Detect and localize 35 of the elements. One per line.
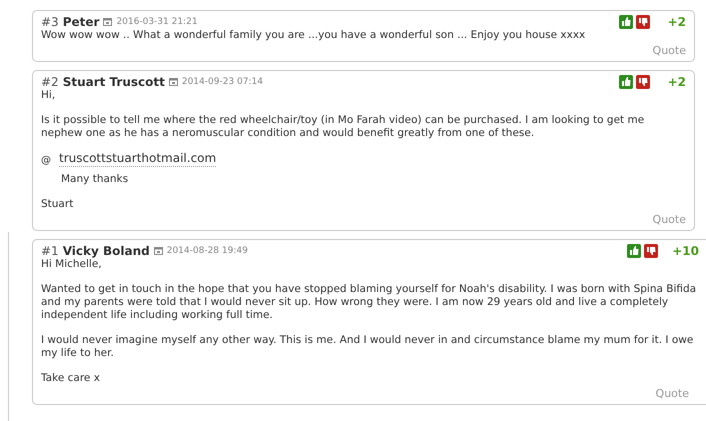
quote-link[interactable]: Quote [652, 213, 686, 226]
comment-number: #1 [41, 244, 59, 258]
comment-text: Is it possible to tell me where the red wheelchair/toy (in Mo Farah video) can be purchased. I am looking to get me nephew one as he has a neromuscular condition and would benefit greatly from one of these. [41, 114, 646, 140]
comment-text: Stuart [41, 198, 74, 211]
comment-text: Many thanks [61, 173, 128, 185]
thumbs-down-icon[interactable] [644, 244, 658, 258]
comment-text: Hi, [41, 89, 56, 102]
calendar-icon [168, 77, 178, 86]
comment-number: #2 [41, 74, 59, 88]
comment-text: I would never imagine myself any other way. This is me. And I would never in and circumstance blame my mum for it. I owe my life to her. [41, 334, 694, 360]
quote-link[interactable]: Quote [652, 44, 686, 57]
comment-date: 2014-08-28 19:49 [166, 246, 248, 256]
author-name: Vicky Boland [62, 244, 150, 258]
comment-number: #3 [41, 14, 59, 28]
comment-text: Wow wow wow .. What a wonderful family you are ...you have a wonderful son ... Enjoy you house xxxx [41, 29, 586, 42]
calendar-icon [154, 246, 163, 255]
comment-text: Wanted to get in touch in the hope that you have stopped blaming yourself for Noah's disability. I was born with Spina Bifida and my parents were told that I would never sit up. How wrong they were. I am now 29 years old and live a completely independent life including working full time. [41, 283, 698, 322]
vote-score: +10 [672, 244, 699, 258]
vote-score: +2 [666, 74, 686, 88]
author-name: Stuart Truscott [62, 74, 165, 88]
thumbs-up-icon[interactable] [619, 74, 633, 88]
thumbs-down-icon[interactable] [636, 74, 650, 88]
author-name: Peter [62, 14, 100, 28]
at-sign: @ [41, 154, 51, 167]
vote-score: +2 [666, 14, 686, 28]
quote-link[interactable]: Quote [656, 387, 689, 400]
thumbs-up-icon[interactable] [619, 14, 633, 28]
comment-text: Take care x [41, 372, 101, 385]
calendar-icon [103, 17, 112, 26]
comment-text: Hi Michelle, [41, 258, 103, 271]
email-text: truscottstuarthotmail.com [59, 152, 216, 167]
comment-date: 2016-03-31 21:21 [116, 16, 198, 26]
thumbs-down-icon[interactable] [636, 14, 650, 28]
comment-date: 2014-09-23 07:14 [182, 76, 263, 86]
thumbs-up-icon[interactable] [627, 244, 642, 258]
